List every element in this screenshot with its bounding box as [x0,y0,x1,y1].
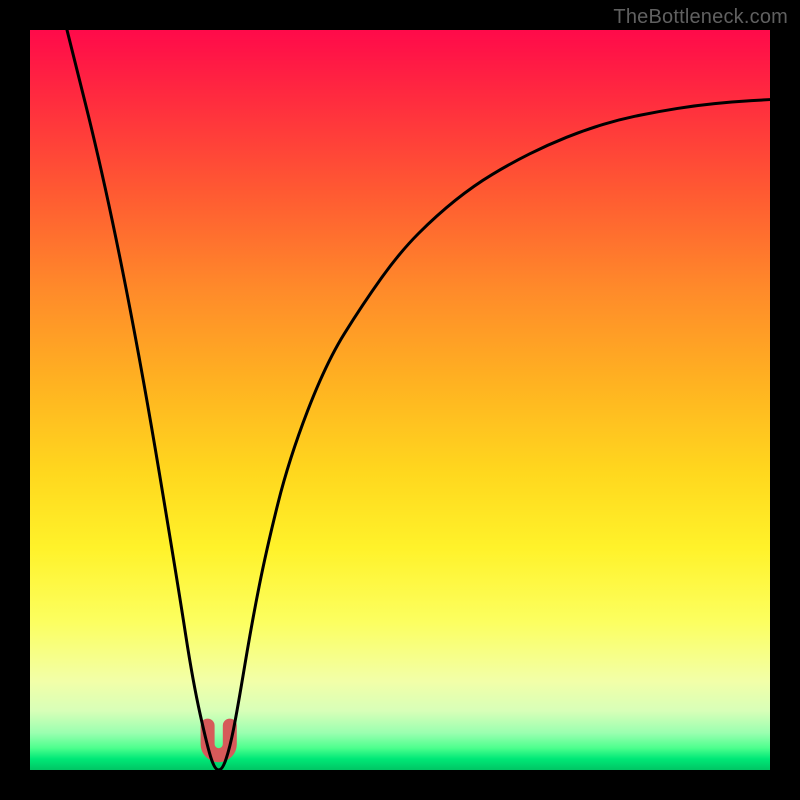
watermark-text: TheBottleneck.com [613,6,788,29]
valley-marker [208,726,230,756]
chart-svg [30,30,770,770]
curve-line [67,30,770,770]
